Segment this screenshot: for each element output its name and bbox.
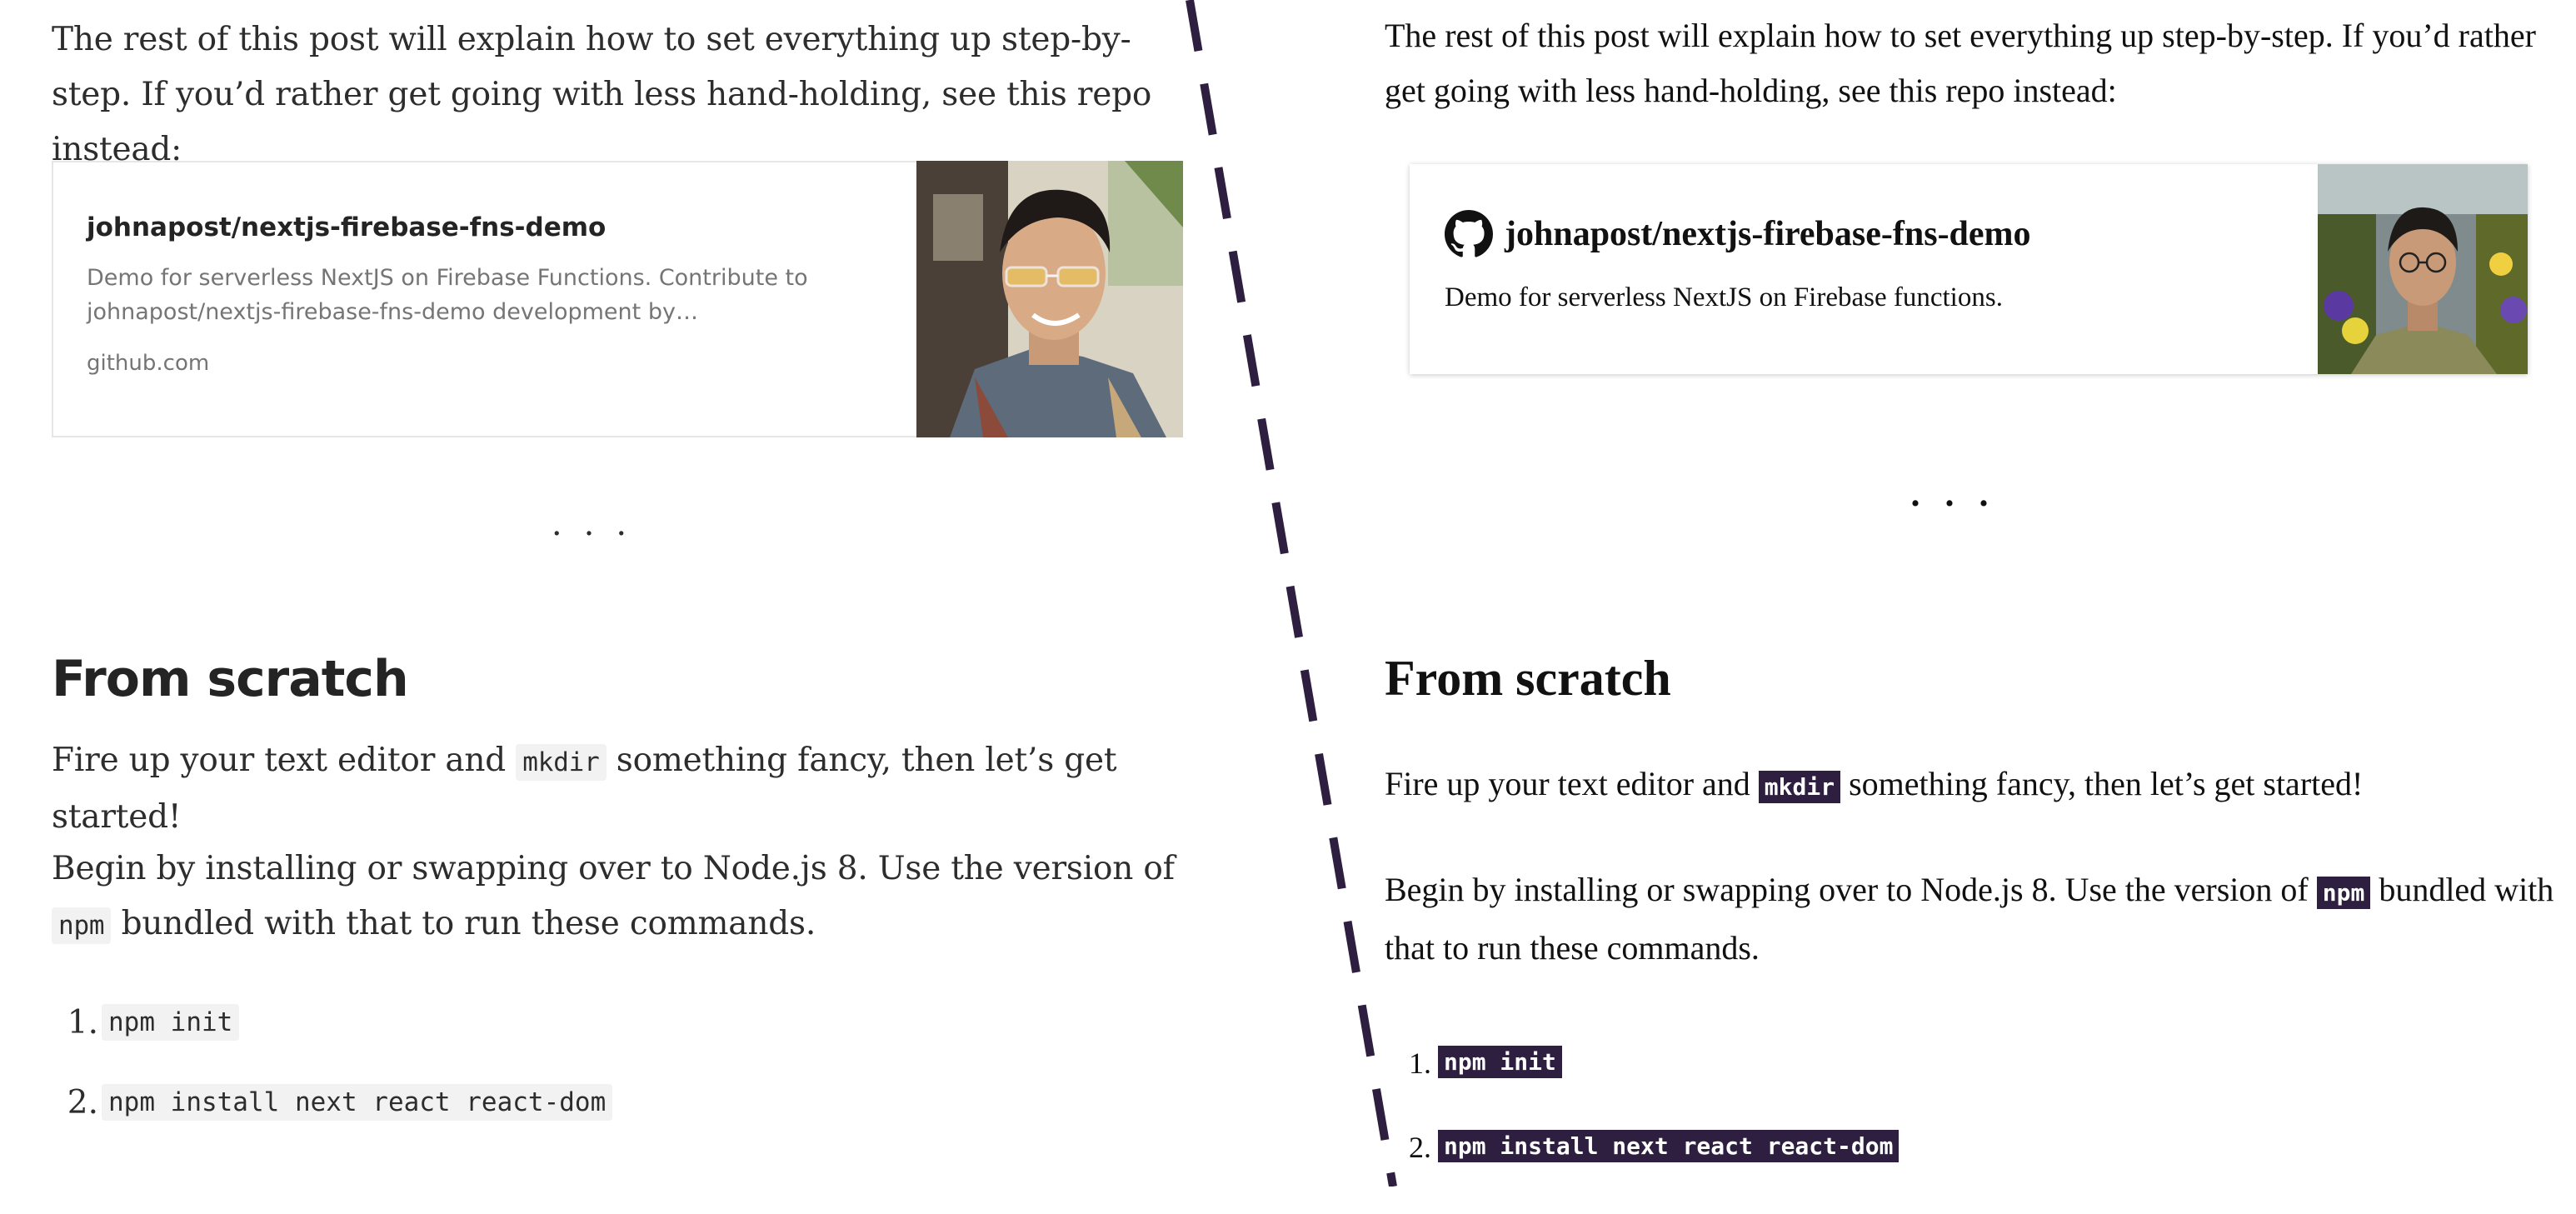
card-title: johnapost/nextjs-firebase-fns-demo	[1505, 215, 2031, 253]
repo-link-card[interactable]: johnapost/nextjs-firebase-fns-demo Demo …	[52, 161, 1183, 437]
section-heading: From scratch	[1385, 651, 1671, 706]
list-item: 2. npm install next react react-dom	[1385, 1130, 1900, 1214]
inline-code: npm install next react react-dom	[1438, 1130, 1900, 1162]
inline-code: npm	[2316, 877, 2371, 909]
card-description: Demo for serverless NextJS on Firebase F…	[87, 265, 808, 325]
section-heading: From scratch	[52, 650, 409, 708]
inline-code: mkdir	[516, 744, 607, 781]
inline-code: npm install next react react-dom	[102, 1084, 613, 1121]
inline-code: npm	[52, 907, 112, 944]
card-title-row: johnapost/nextjs-firebase-fns-demo	[1445, 210, 2031, 258]
steps-list: 1. npm init 2. npm install next react re…	[1385, 1046, 1900, 1214]
repo-link-card[interactable]: johnapost/nextjs-firebase-fns-demo Demo …	[1410, 164, 2528, 374]
section-separator: ...	[1910, 473, 2014, 514]
paragraph-node: Begin by installing or swapping over to …	[52, 850, 1175, 944]
card-description: Demo for serverless NextJS on Firebase f…	[1445, 282, 2003, 312]
card-host: github.com	[87, 351, 210, 376]
right-article: The rest of this post will explain how t…	[1333, 0, 2576, 1187]
inline-code: npm init	[1438, 1046, 1562, 1078]
github-icon	[1445, 210, 1493, 258]
intro-paragraph: The rest of this post will explain how t…	[1385, 17, 2536, 109]
intro-paragraph: The rest of this post will explain how t…	[52, 21, 1152, 168]
card-thumbnail	[2318, 164, 2528, 374]
list-number: 2.	[1409, 1131, 1431, 1164]
inline-code: mkdir	[1758, 771, 1841, 803]
section-separator: ...	[551, 505, 649, 543]
paragraph-mkdir: Fire up your text editor and mkdir somet…	[1385, 765, 2364, 803]
list-item: 1. npm init	[52, 1004, 612, 1084]
list-item: 2. npm install next react react-dom	[52, 1084, 613, 1164]
left-article: The rest of this post will explain how t…	[0, 0, 1250, 1187]
paragraph-mkdir: Fire up your text editor and mkdir somet…	[52, 742, 1117, 836]
paragraph-node: Begin by installing or swapping over to …	[1385, 871, 2554, 967]
list-number: 1.	[67, 1004, 98, 1042]
list-number: 1.	[1409, 1047, 1431, 1080]
list-number: 2.	[67, 1084, 98, 1122]
list-item: 1. npm init	[1385, 1046, 1899, 1130]
card-thumbnail	[916, 161, 1183, 437]
steps-list: 1. npm init 2. npm install next react re…	[52, 1004, 613, 1164]
card-title: johnapost/nextjs-firebase-fns-demo	[87, 212, 607, 242]
inline-code: npm init	[102, 1004, 240, 1041]
